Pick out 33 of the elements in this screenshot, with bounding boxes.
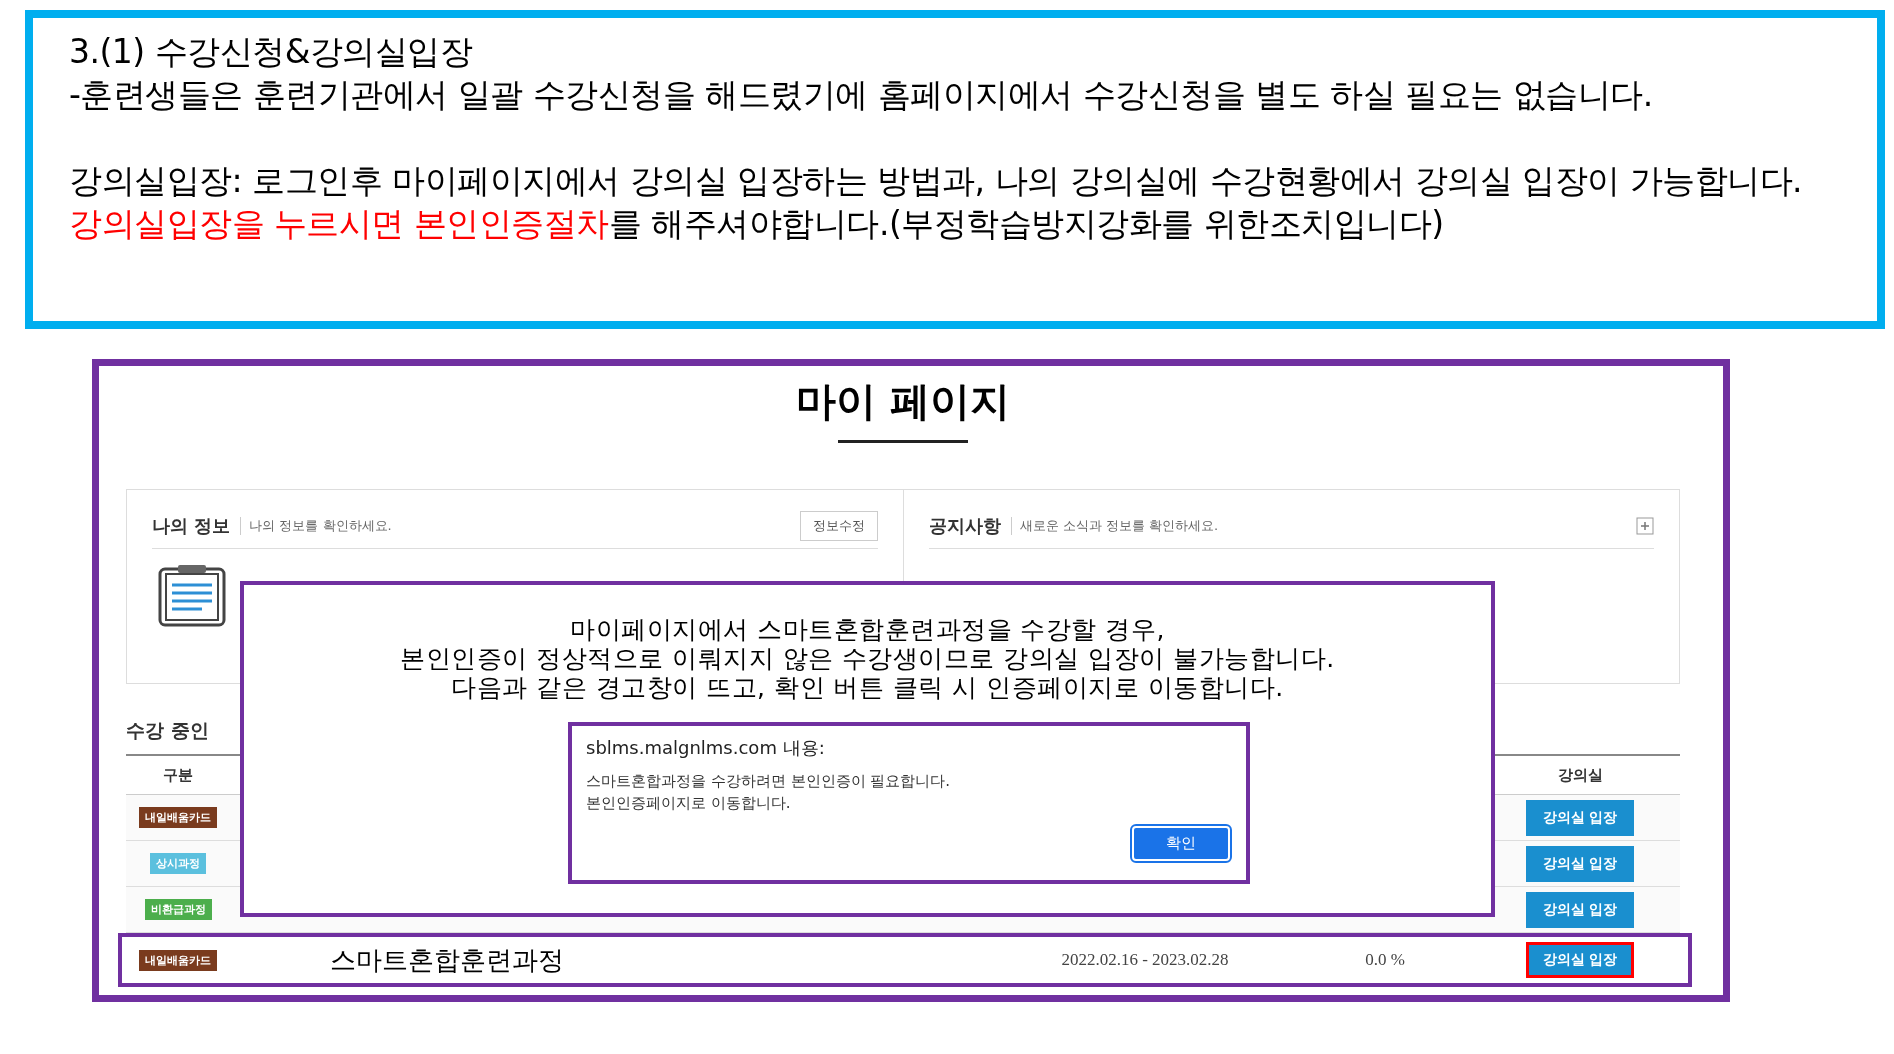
- course-badge: 내일배움카드: [139, 949, 217, 971]
- course-badge: 내일배움카드: [139, 807, 217, 828]
- column-header: 강의실: [1556, 765, 1604, 785]
- course-period: 2022.02.16 - 2023.02.28: [1061, 950, 1229, 970]
- enter-classroom-button[interactable]: 강의실 입장: [1525, 799, 1635, 836]
- alert-origin: sblms.malgnlms.com 내용:: [586, 736, 826, 760]
- alert-message: 본인인증페이지로 이동합니다.: [586, 793, 792, 814]
- panel-subtitle: 나의 정보를 확인하세요.: [240, 517, 392, 535]
- page-title: 마이 페이지: [795, 378, 1011, 424]
- warning-text: 강의실입장을 누르시면 본인인증절차를 해주셔야합니다.(부정학습방지강화를 위한조치입니다): [69, 203, 1445, 245]
- ok-button[interactable]: 확인: [1132, 826, 1230, 861]
- enter-classroom-button[interactable]: 강의실 입장: [1525, 891, 1635, 928]
- enter-classroom-button[interactable]: 강의실 입장: [1525, 942, 1635, 978]
- plus-icon[interactable]: [1636, 517, 1654, 535]
- course-badge: 비환급과정: [144, 899, 212, 920]
- course-badge: 상시과정: [150, 853, 206, 874]
- enter-classroom-button[interactable]: 강의실 입장: [1525, 845, 1635, 882]
- panel-title: 나의 정보: [152, 514, 231, 538]
- panel-title: 공지사항: [928, 514, 1001, 538]
- entry-text: 로그인후 마이페이지에서 강의실 입장하는 방법과, 나의 강의실에 수강현황에서 강의실 입장이 가능합니다.: [252, 160, 1803, 202]
- alert-message: 스마트혼합과정을 수강하려면 본인인증이 필요합니다.: [586, 771, 952, 792]
- callout-text: 마이페이지에서 스마트혼합훈련과정을 수강할 경우,: [569, 615, 1166, 644]
- course-progress: 0.0 %: [1365, 950, 1405, 970]
- callout-text: 다음과 같은 경고창이 뜨고, 확인 버튼 클릭 시 인증페이지로 이동합니다.: [450, 673, 1285, 702]
- instruction-heading: 3.(1) 수강신청&강의실입장: [69, 31, 474, 73]
- entry-label: 강의실입장:: [69, 160, 243, 202]
- callout-text: 본인인증이 정상적으로 이뤄지지 않은 수강생이므로 강의실 입장이 불가능합니다.: [399, 644, 1336, 673]
- course-title: 스마트혼합훈련과정: [329, 944, 564, 975]
- column-header: 구분: [162, 765, 194, 785]
- section-title: 수강 중인: [126, 718, 210, 743]
- edit-button[interactable]: 정보수정: [799, 511, 878, 541]
- instruction-text: -훈련생들은 훈련기관에서 일괄 수강신청을 해드렸기에 홈페이지에서 수강신청을 별도 하실 필요는 없습니다.: [69, 74, 1654, 116]
- panel-subtitle: 새로운 소식과 정보를 확인하세요.: [1010, 517, 1219, 535]
